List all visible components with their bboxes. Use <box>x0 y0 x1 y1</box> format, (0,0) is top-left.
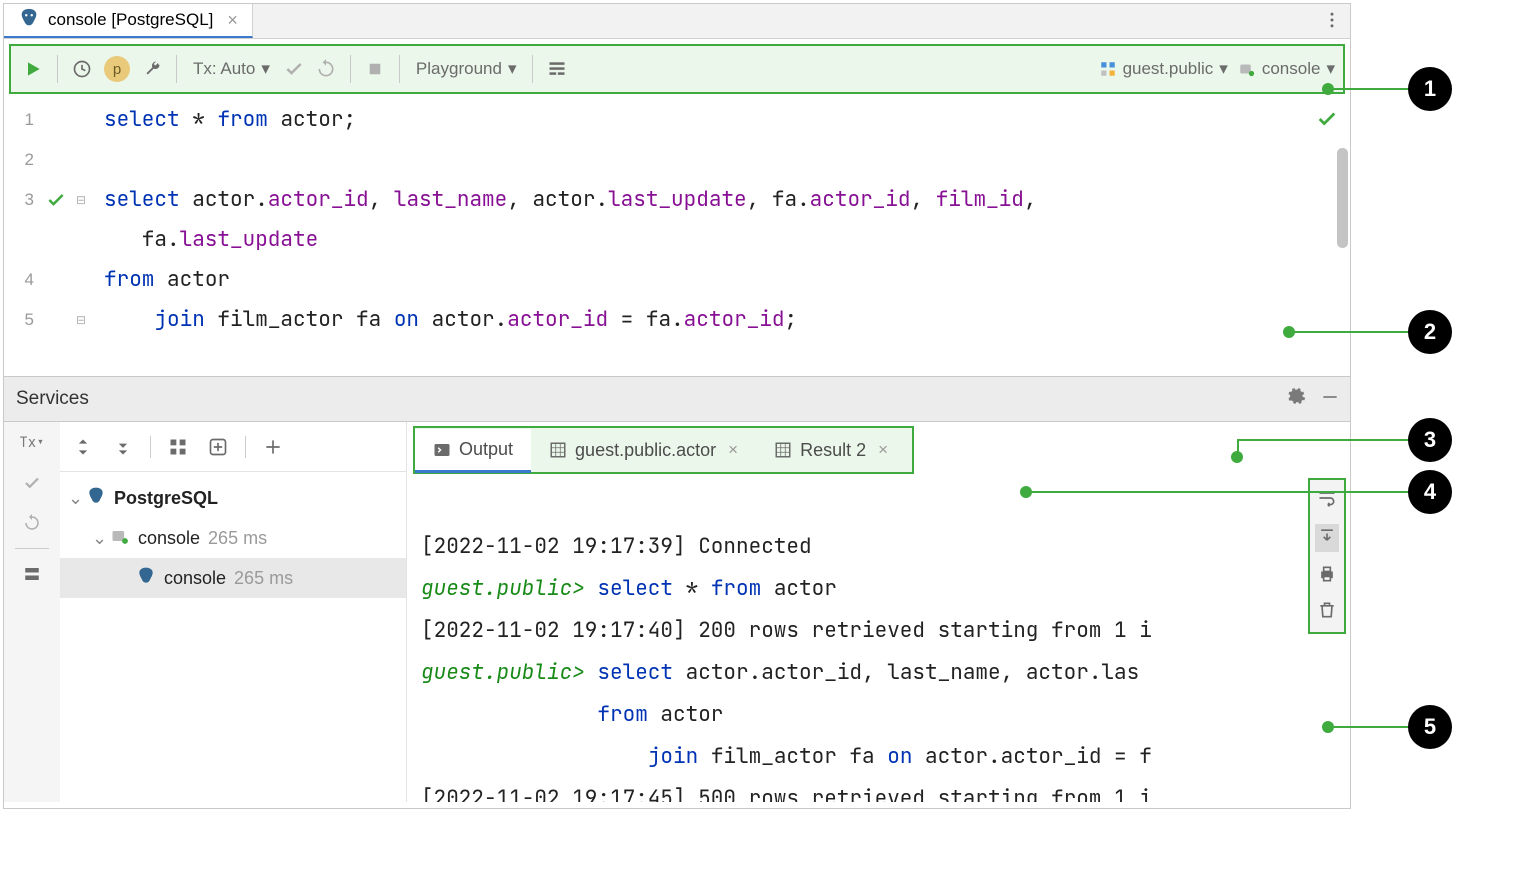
callout-5: 5 <box>1408 705 1452 749</box>
schema-label: guest.public <box>1123 59 1214 79</box>
collapse-all-icon[interactable] <box>110 437 136 457</box>
grid-icon[interactable] <box>165 437 191 457</box>
callout-2: 2 <box>1408 310 1452 354</box>
layout-icon[interactable] <box>4 559 60 589</box>
tx-mode-dropdown[interactable]: Tx: Auto ▾ <box>187 59 276 79</box>
tree-label: console <box>138 528 200 549</box>
run-button[interactable] <box>19 52 47 86</box>
services-title: Services <box>16 388 89 410</box>
output-toolbar <box>1308 478 1346 634</box>
services-tree[interactable]: ⌄ PostgreSQL ⌄ console 265 ms console 26… <box>60 472 406 604</box>
check-icon <box>40 190 72 210</box>
rollback-icon[interactable] <box>4 508 60 538</box>
chevron-down-icon: ▾ <box>261 59 270 79</box>
chevron-down-icon: ⌄ <box>68 488 86 509</box>
output-console[interactable]: [2022-11-02 19:17:39] Connected guest.pu… <box>407 474 1350 802</box>
file-tab-console[interactable]: console [PostgreSQL] × <box>4 4 253 38</box>
console-icon <box>110 526 130 551</box>
output-tab-result2[interactable]: Result 2 × <box>756 428 906 472</box>
commit-button[interactable] <box>280 52 308 86</box>
tx-mode-label: Tx: Auto <box>193 59 255 79</box>
mode-label: Playground <box>416 59 502 79</box>
session-label: console <box>1262 59 1321 79</box>
output-tab-label: guest.public.actor <box>575 440 716 461</box>
output-tab-output[interactable]: Output <box>415 429 531 473</box>
tree-row-console[interactable]: console 265 ms <box>60 558 406 598</box>
p-badge[interactable]: p <box>100 52 134 86</box>
scroll-to-end-icon[interactable] <box>1315 524 1339 552</box>
postgresql-icon <box>18 7 40 34</box>
session-dropdown[interactable]: console ▾ <box>1238 59 1335 79</box>
schema-dropdown[interactable]: guest.public ▾ <box>1099 59 1228 79</box>
services-panel: Tx▾ ⌄ PostgreSQL <box>4 422 1350 802</box>
filter-icon[interactable] <box>205 437 231 457</box>
gear-icon[interactable] <box>1286 387 1306 411</box>
query-toolbar: p Tx: Auto ▾ Playground ▾ <box>9 44 1345 94</box>
inspection-ok-icon[interactable] <box>1316 104 1338 144</box>
ide-frame: console [PostgreSQL] × p Tx: Auto ▾ <box>3 3 1351 809</box>
add-icon[interactable] <box>260 437 286 457</box>
tree-label: console <box>164 568 226 589</box>
postgresql-icon <box>136 566 156 591</box>
scrollbar[interactable] <box>1337 148 1348 248</box>
output-tab-result1[interactable]: guest.public.actor × <box>531 428 756 472</box>
callout-1: 1 <box>1408 67 1452 111</box>
services-left-toolbar: Tx▾ <box>4 422 60 802</box>
tree-meta: 265 ms <box>208 528 267 549</box>
services-tree-toolbar <box>60 422 406 472</box>
tree-row-session[interactable]: ⌄ console 265 ms <box>60 518 406 558</box>
fold-icon[interactable]: ⊟ <box>72 193 90 207</box>
chevron-down-icon: ▾ <box>508 59 517 79</box>
tx-icon[interactable]: Tx▾ <box>4 428 60 458</box>
layout-button[interactable] <box>543 52 571 86</box>
code-editor[interactable]: 1 2 3⊟ 4 5⊟ select * from actor; select … <box>4 94 1350 376</box>
chevron-down-icon: ▾ <box>1219 59 1228 79</box>
tree-meta: 265 ms <box>234 568 293 589</box>
print-icon[interactable] <box>1317 564 1337 588</box>
fold-icon[interactable]: ⊟ <box>72 313 90 327</box>
output-column: Output guest.public.actor × Result 2 × [… <box>406 422 1350 802</box>
file-tab-label: console [PostgreSQL] <box>48 10 213 30</box>
callout-3: 3 <box>1408 418 1452 462</box>
stop-button[interactable] <box>361 52 389 86</box>
close-icon[interactable]: × <box>878 440 888 460</box>
output-tabs: Output guest.public.actor × Result 2 × <box>413 426 914 474</box>
output-tab-label: Output <box>459 439 513 460</box>
chevron-down-icon: ▾ <box>1326 59 1335 79</box>
code-area[interactable]: select * from actor; select actor.actor_… <box>94 94 1350 376</box>
minimize-icon[interactable] <box>1320 387 1340 411</box>
trash-icon[interactable] <box>1317 600 1337 624</box>
more-icon[interactable] <box>1322 10 1342 34</box>
services-tree-column: ⌄ PostgreSQL ⌄ console 265 ms console 26… <box>60 422 406 802</box>
mode-dropdown[interactable]: Playground ▾ <box>410 59 523 79</box>
close-icon[interactable]: × <box>227 10 238 31</box>
services-panel-header[interactable]: Services <box>4 376 1350 422</box>
expand-all-icon[interactable] <box>70 437 96 457</box>
editor-gutter: 1 2 3⊟ 4 5⊟ <box>4 94 94 376</box>
file-tab-bar: console [PostgreSQL] × <box>4 4 1350 39</box>
rollback-button[interactable] <box>312 52 340 86</box>
tree-row-datasource[interactable]: ⌄ PostgreSQL <box>60 478 406 518</box>
commit-icon[interactable] <box>4 468 60 498</box>
history-button[interactable] <box>68 52 96 86</box>
chevron-down-icon: ⌄ <box>92 528 110 549</box>
postgresql-icon <box>86 486 106 511</box>
callout-4: 4 <box>1408 470 1452 514</box>
settings-wrench-button[interactable] <box>138 52 166 86</box>
close-icon[interactable]: × <box>728 440 738 460</box>
output-tab-label: Result 2 <box>800 440 866 461</box>
tree-label: PostgreSQL <box>114 488 218 509</box>
